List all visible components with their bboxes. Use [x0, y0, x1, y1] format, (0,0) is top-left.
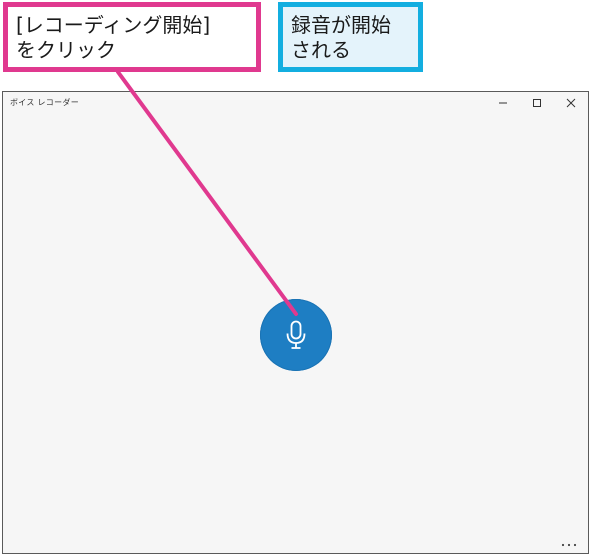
start-recording-button[interactable]: [260, 299, 332, 371]
instruction-callout: [レコーディング開始] をクリック: [3, 2, 261, 72]
maximize-icon: [533, 99, 541, 107]
result-callout: 録音が開始 される: [278, 2, 423, 72]
close-icon: [566, 98, 576, 108]
window-controls: [486, 92, 588, 114]
voice-recorder-window: ボイス レコーダー: [2, 91, 589, 554]
maximize-button[interactable]: [520, 92, 554, 114]
ellipsis-icon: [561, 543, 577, 547]
close-button[interactable]: [554, 92, 588, 114]
minimize-icon: [499, 102, 507, 104]
minimize-button[interactable]: [486, 92, 520, 114]
window-title: ボイス レコーダー: [10, 98, 80, 107]
microphone-icon: [286, 320, 306, 349]
more-options-button[interactable]: [560, 539, 578, 549]
title-bar[interactable]: ボイス レコーダー: [3, 92, 588, 114]
